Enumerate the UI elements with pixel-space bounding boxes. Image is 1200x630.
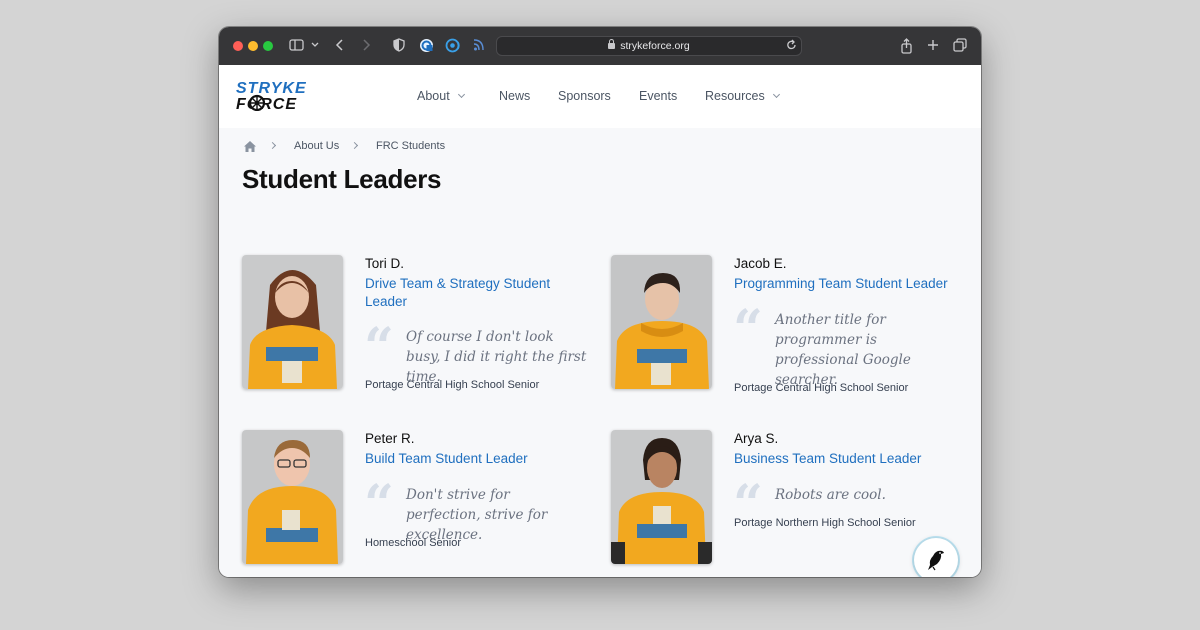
leader-role: Build Team Student Leader (365, 451, 528, 466)
chevron-down-icon (457, 90, 465, 99)
site-header: STRYKE FORCE About News Sponsors Events … (219, 65, 981, 128)
leader-school: Portage Central High School Senior (365, 379, 540, 391)
leader-name: Jacob E. (734, 256, 787, 271)
leader-photo (242, 255, 343, 389)
leader-quote: Don't strive for perfection, strive for … (406, 487, 548, 543)
breadcrumb-about-us[interactable]: About Us (294, 140, 339, 152)
leader-name: Peter R. (365, 431, 415, 446)
tabs-icon[interactable] (953, 38, 967, 54)
back-icon[interactable] (335, 38, 345, 54)
quote-icon: “ (733, 299, 763, 360)
share-icon[interactable] (900, 38, 913, 54)
nav-sponsors-label: Sponsors (558, 89, 611, 103)
leader-role: Drive Team & Strategy Student Leader (365, 276, 551, 309)
leader-photo (611, 255, 712, 389)
leader-photo (611, 430, 712, 564)
bird-chat-button[interactable] (914, 538, 958, 577)
close-window-button[interactable] (233, 41, 243, 51)
forward-icon[interactable] (361, 38, 371, 54)
leader-photo (242, 430, 343, 564)
chevron-right-icon (268, 141, 277, 150)
home-icon[interactable] (243, 140, 257, 158)
page-title: Student Leaders (242, 164, 442, 194)
nav-events-label: Events (639, 89, 678, 103)
quote-icon: “ (364, 474, 394, 535)
zoom-window-button[interactable] (263, 41, 273, 51)
nav-resources[interactable]: Resources (705, 89, 780, 103)
extension-icon-2[interactable] (445, 38, 461, 54)
reload-icon[interactable] (786, 39, 797, 54)
shield-icon[interactable] (393, 38, 405, 54)
leader-quote: Robots are cool. (775, 487, 886, 503)
quote-icon: “ (364, 317, 394, 378)
chevron-down-icon[interactable] (311, 38, 319, 54)
logo-text-force: FORCE (236, 96, 297, 111)
chevron-down-icon (772, 90, 780, 99)
bird-icon (928, 550, 944, 571)
nav-events[interactable]: Events (639, 89, 677, 103)
chevron-right-icon (350, 141, 359, 150)
lock-icon (608, 39, 616, 49)
nav-about-label: About (417, 89, 450, 103)
leader-school: Portage Central High School Senior (734, 382, 909, 394)
leader-role: Programming Team Student Leader (734, 276, 948, 291)
breadcrumb-frc-students[interactable]: FRC Students (376, 140, 445, 152)
url-text: strykeforce.org (620, 40, 690, 52)
leader-school: Portage Northern High School Senior (734, 517, 916, 529)
nav-sponsors[interactable]: Sponsors (558, 89, 611, 103)
nav-resources-label: Resources (705, 89, 765, 103)
leader-quote: Of course I don't look busy, I did it ri… (406, 329, 587, 385)
nav-news[interactable]: News (499, 89, 530, 103)
address-bar[interactable]: strykeforce.org (496, 36, 802, 56)
nav-about[interactable]: About (417, 89, 465, 103)
extension-icon[interactable] (419, 38, 434, 54)
leader-quote: Another title for programmer is professi… (775, 312, 911, 388)
browser-toolbar: strykeforce.org (219, 27, 981, 65)
main-content: About Us FRC Students Student Leaders To… (219, 128, 981, 577)
stryke-force-logo[interactable]: STRYKE FORCE (236, 79, 338, 113)
new-tab-icon[interactable] (927, 38, 939, 54)
leader-school: Homeschool Senior (365, 537, 461, 549)
leader-name: Tori D. (365, 256, 405, 271)
nav-news-label: News (499, 89, 531, 103)
browser-window: strykeforce.org STRYKE FORCE About News … (219, 27, 981, 577)
logo-text-stryke: STRYKE (236, 80, 307, 97)
leader-name: Arya S. (734, 431, 779, 446)
rss-icon[interactable] (473, 38, 485, 54)
minimize-window-button[interactable] (248, 41, 258, 51)
sidebar-icon[interactable] (289, 38, 304, 54)
leader-role: Business Team Student Leader (734, 451, 922, 466)
